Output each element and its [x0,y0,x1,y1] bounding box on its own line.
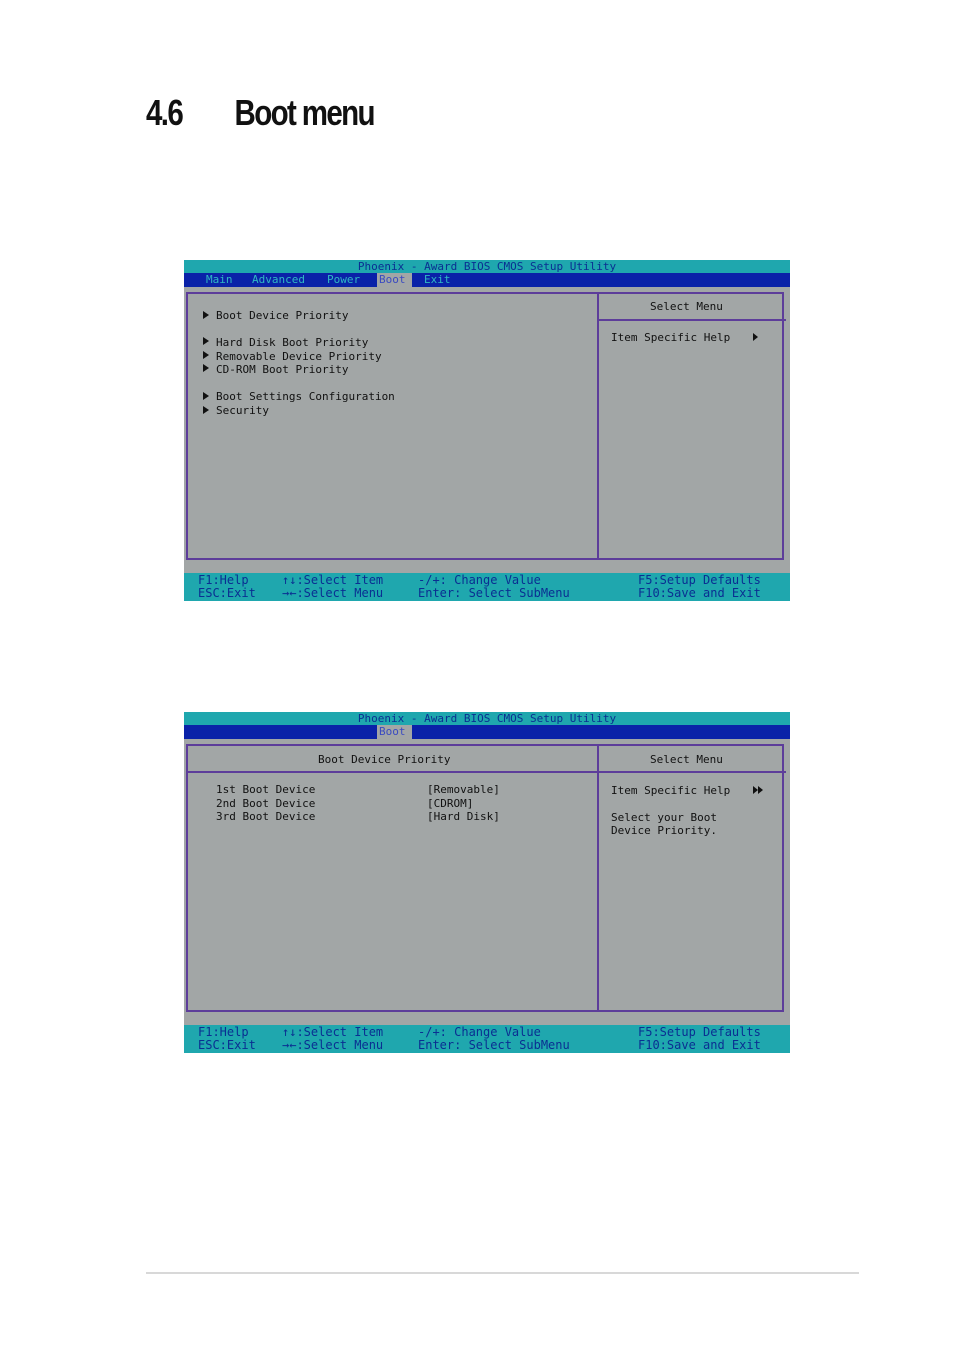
bios-title-bar: Phoenix - Award BIOS CMOS Setup Utility [184,712,790,725]
submenu-arrow-icon [203,392,209,400]
item-security[interactable]: Security [216,404,269,417]
bios-screen-boot-menu: Phoenix - Award BIOS CMOS Setup Utility … [184,260,790,601]
key-enter-submenu: Enter: Select SubMenu [418,1038,570,1052]
item-hard-disk-boot-priority[interactable]: Hard Disk Boot Priority [216,336,368,349]
key-f10-save-exit: F10:Save and Exit [638,1038,761,1052]
item-boot-device-priority[interactable]: Boot Device Priority [216,309,348,322]
row-label-2nd-boot-device: 2nd Boot Device [216,797,316,810]
menu-exit[interactable]: Exit [422,273,453,287]
menu-boot[interactable]: Boot [377,725,412,739]
item-cdrom-boot-priority[interactable]: CD-ROM Boot Priority [216,363,348,376]
menu-power[interactable]: Power [325,273,362,287]
submenu-arrow-icon [203,364,209,372]
footer-rule [146,1272,859,1274]
help-title: Item Specific Help [611,784,731,797]
side-header: Select Menu [650,753,723,766]
item-boot-settings-configuration[interactable]: Boot Settings Configuration [216,390,395,403]
menu-boot[interactable]: Boot [377,273,412,287]
help-line-1: Select your Boot [611,811,717,824]
section-title: Boot menu [234,92,376,133]
submenu-arrow-icon [203,406,209,414]
section-number: 4.6 [146,92,184,133]
key-select-menu: →←:Select Menu [282,1038,384,1052]
side-header-rule [597,319,786,321]
key-enter-submenu: Enter: Select SubMenu [418,586,570,600]
submenu-arrow-icon [203,337,209,345]
submenu-arrow-icon [203,311,209,319]
key-esc-exit: ESC:Exit [198,586,256,600]
key-esc-exit: ESC:Exit [198,1038,256,1052]
bios-menu-bar: Boot [184,725,790,739]
key-select-menu: →←:Select Menu [282,586,384,600]
bios-footer: F1:Help ESC:Exit ↑↓:Select Item →←:Selec… [184,1025,790,1053]
header-rule [188,771,786,773]
row-value-1st-boot-device[interactable]: [Removable] [427,783,500,796]
panel-divider [597,744,599,1012]
row-value-2nd-boot-device[interactable]: [CDROM] [427,797,473,810]
help-arrow-icon [753,333,758,341]
help-line-2: Device Priority. [611,824,717,837]
bios-menu-bar: Main Advanced Power Boot Exit [184,273,790,287]
help-title: Item Specific Help [611,331,731,344]
panel-divider [597,292,599,560]
bios-footer: F1:Help ESC:Exit ↑↓:Select Item →←:Selec… [184,573,790,601]
item-removable-device-priority[interactable]: Removable Device Priority [216,350,382,363]
row-label-1st-boot-device: 1st Boot Device [216,783,316,796]
bios-screen-boot-device-priority: Phoenix - Award BIOS CMOS Setup Utility … [184,712,790,1053]
section-heading: 4.6 Boot menu [146,92,376,134]
row-value-3rd-boot-device[interactable]: [Hard Disk] [427,810,500,823]
row-label-3rd-boot-device: 3rd Boot Device [216,810,316,823]
bios-title-bar: Phoenix - Award BIOS CMOS Setup Utility [184,260,790,273]
menu-main[interactable]: Main [204,273,235,287]
menu-advanced[interactable]: Advanced [250,273,307,287]
key-f10-save-exit: F10:Save and Exit [638,586,761,600]
double-arrow-icon [753,786,763,794]
submenu-arrow-icon [203,351,209,359]
side-header: Select Menu [650,300,723,313]
panel-title: Boot Device Priority [318,753,451,766]
